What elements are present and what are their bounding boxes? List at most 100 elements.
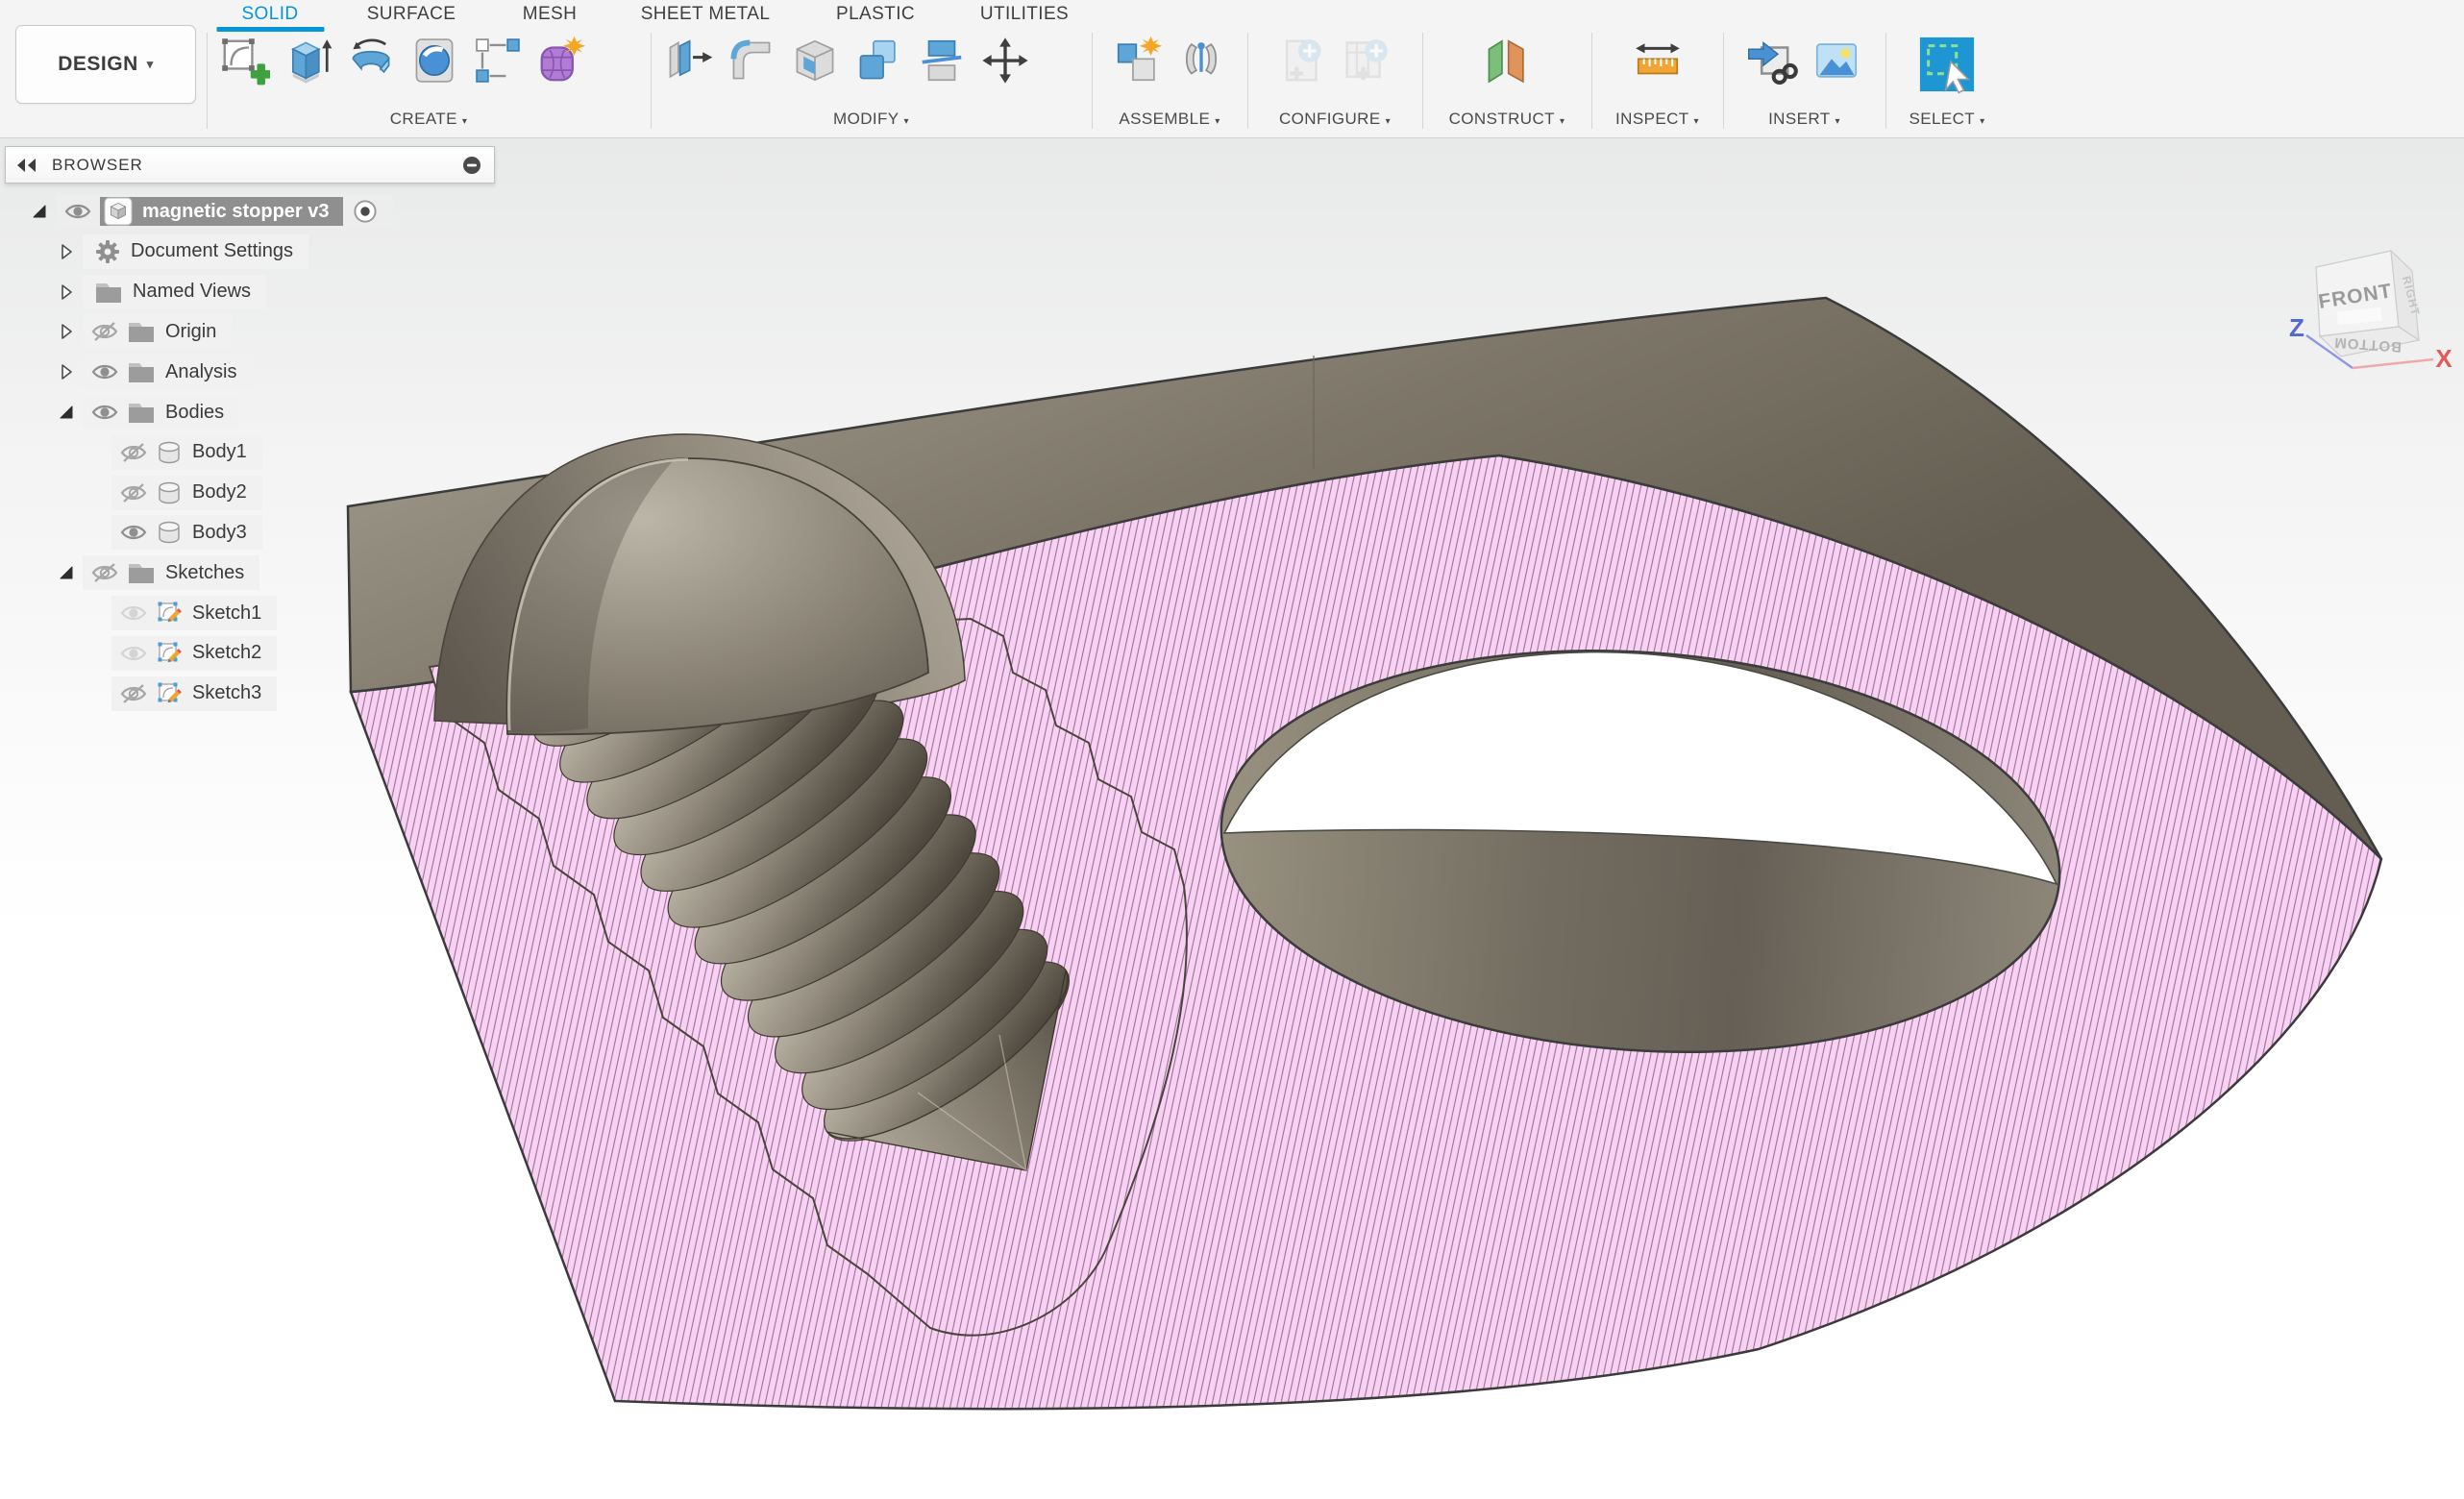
revolve-icon[interactable] [345, 35, 397, 86]
tab-utilities[interactable]: UTILITIES [980, 4, 1069, 25]
tree-item-chip[interactable]: Sketch3 [111, 676, 277, 711]
tab-solid[interactable]: SOLID [241, 4, 298, 25]
create-sketch-icon[interactable] [218, 35, 270, 86]
visibility-eye-icon[interactable] [119, 682, 148, 705]
joint-icon[interactable] [1175, 35, 1227, 86]
toolbar-group-label[interactable]: INSPECT▾ [1591, 110, 1723, 129]
collapse-arrow-icon[interactable] [54, 242, 79, 261]
insert-derive-icon[interactable] [1747, 35, 1799, 86]
viewcube[interactable]: FRONT BOTTOM RIGHT Z X [2289, 251, 2452, 373]
tree-item-chip[interactable]: Origin [83, 314, 232, 349]
toolbar-group-label[interactable]: ASSEMBLE▾ [1092, 110, 1247, 129]
visibility-eye-icon[interactable] [119, 642, 148, 665]
visibility-eye-icon[interactable] [90, 320, 119, 343]
visibility-eye-icon[interactable] [119, 481, 148, 504]
split-body-icon[interactable] [916, 35, 968, 86]
collapse-arrow-icon[interactable] [54, 362, 79, 381]
move-icon[interactable] [979, 35, 1031, 86]
tab-surface[interactable]: SURFACE [367, 4, 456, 25]
tab-plastic[interactable]: PLASTIC [836, 4, 915, 25]
tree-item-chip[interactable]: Sketches [83, 555, 259, 590]
selected-component-highlight[interactable]: magnetic stopper v3 [100, 197, 343, 226]
model-scene[interactable]: FRONT BOTTOM RIGHT Z X [0, 138, 2464, 1499]
tree-item-chip[interactable]: Bodies [83, 395, 239, 430]
tree-item-chip[interactable]: Named Views [83, 275, 266, 309]
extrude-icon[interactable] [282, 35, 333, 86]
form-icon[interactable] [535, 35, 587, 86]
group-label-text: SELECT [1910, 110, 1976, 128]
rectangular-pattern-icon[interactable] [472, 35, 524, 86]
browser-row-body2[interactable]: Body2 [111, 476, 262, 510]
expand-arrow-icon[interactable] [54, 563, 79, 582]
gear-icon [94, 238, 121, 265]
browser-row-origin[interactable]: Origin [54, 314, 232, 349]
configuration-icon[interactable] [1277, 35, 1329, 86]
component-icon [104, 197, 133, 226]
sketch-icon [156, 600, 183, 627]
visibility-eye-icon[interactable] [119, 441, 148, 464]
collapse-arrow-icon[interactable] [54, 322, 79, 341]
tree-item-chip[interactable]: Body3 [111, 515, 262, 550]
tree-item-label: Sketch2 [192, 642, 261, 664]
construction-plane-icon[interactable] [1481, 35, 1533, 86]
visibility-eye-icon[interactable] [90, 561, 119, 584]
browser-row-named-views[interactable]: Named Views [54, 275, 266, 309]
toolbar-divider [1885, 33, 1886, 129]
browser-panel-title: BROWSER [52, 156, 461, 175]
hole-icon[interactable] [408, 35, 460, 86]
browser-row-body3[interactable]: Body3 [111, 515, 262, 550]
collapse-arrow-icon[interactable] [54, 283, 79, 302]
browser-row-sketch1[interactable]: Sketch1 [111, 596, 277, 630]
tab-mesh[interactable]: MESH [523, 4, 578, 25]
tree-item-chip[interactable]: Document Settings [83, 234, 308, 269]
measure-icon[interactable] [1632, 35, 1684, 86]
tree-item-chip[interactable]: Sketch2 [111, 636, 277, 671]
toolbar-group-label[interactable]: SELECT▾ [1885, 110, 2008, 129]
browser-row-sketch2[interactable]: Sketch2 [111, 636, 277, 671]
tab-sheet-metal[interactable]: SHEET METAL [641, 4, 771, 25]
fillet-icon[interactable] [726, 35, 777, 86]
combine-icon[interactable] [852, 35, 904, 86]
browser-row-analysis[interactable]: Analysis [54, 355, 252, 389]
browser-row-sketch3[interactable]: Sketch3 [111, 676, 277, 711]
design-workspace-button[interactable]: DESIGN ▾ [15, 25, 196, 104]
chevron-down-icon: ▾ [1386, 116, 1391, 127]
new-component-icon[interactable] [1112, 35, 1164, 86]
activate-component-radio[interactable] [353, 199, 378, 224]
visibility-eye-icon[interactable] [90, 401, 119, 424]
toolbar-group-label[interactable]: MODIFY▾ [651, 110, 1092, 129]
visibility-eye-icon[interactable] [119, 521, 148, 544]
toolbar-divider [1723, 33, 1724, 129]
tree-item-label: Sketch1 [192, 602, 261, 625]
toolbar-group-label[interactable]: CREATE▾ [207, 110, 651, 129]
toolbar-group-assemble: ASSEMBLE▾ [1092, 29, 1247, 135]
tree-item-chip[interactable]: Body1 [111, 435, 262, 470]
press-pull-icon[interactable] [662, 35, 714, 86]
visibility-eye-icon[interactable] [63, 200, 92, 223]
tree-item-label: Document Settings [131, 240, 293, 262]
tree-item-chip[interactable]: Body2 [111, 476, 262, 510]
collapse-panel-icon[interactable] [15, 157, 38, 174]
visibility-eye-icon[interactable] [90, 360, 119, 383]
insert-image-icon[interactable] [1811, 35, 1862, 86]
toolbar-group-label[interactable]: CONFIGURE▾ [1247, 110, 1422, 129]
visibility-eye-icon[interactable] [119, 602, 148, 625]
configuration-table-icon[interactable] [1341, 35, 1392, 86]
display-settings-icon[interactable] [461, 155, 482, 176]
tree-item-chip[interactable]: Sketch1 [111, 596, 277, 630]
tree-item-chip[interactable]: magnetic stopper v3 [56, 194, 393, 229]
shell-icon[interactable] [789, 35, 841, 86]
browser-row-bodies[interactable]: Bodies [54, 395, 239, 430]
browser-row-magnetic-stopper-v3[interactable]: magnetic stopper v3 [27, 194, 393, 229]
select-icon[interactable] [1917, 35, 1977, 94]
browser-row-document-settings[interactable]: Document Settings [54, 234, 308, 269]
toolbar-group-label[interactable]: INSERT▾ [1723, 110, 1885, 129]
expand-arrow-icon[interactable] [27, 202, 52, 221]
browser-row-sketches[interactable]: Sketches [54, 555, 259, 590]
tab-label: PLASTIC [836, 4, 915, 24]
expand-arrow-icon[interactable] [54, 403, 79, 422]
toolbar-group-label[interactable]: CONSTRUCT▾ [1422, 110, 1591, 129]
browser-row-body1[interactable]: Body1 [111, 435, 262, 470]
tree-item-chip[interactable]: Analysis [83, 355, 252, 389]
viewport-canvas[interactable]: FRONT BOTTOM RIGHT Z X [0, 138, 2464, 1499]
